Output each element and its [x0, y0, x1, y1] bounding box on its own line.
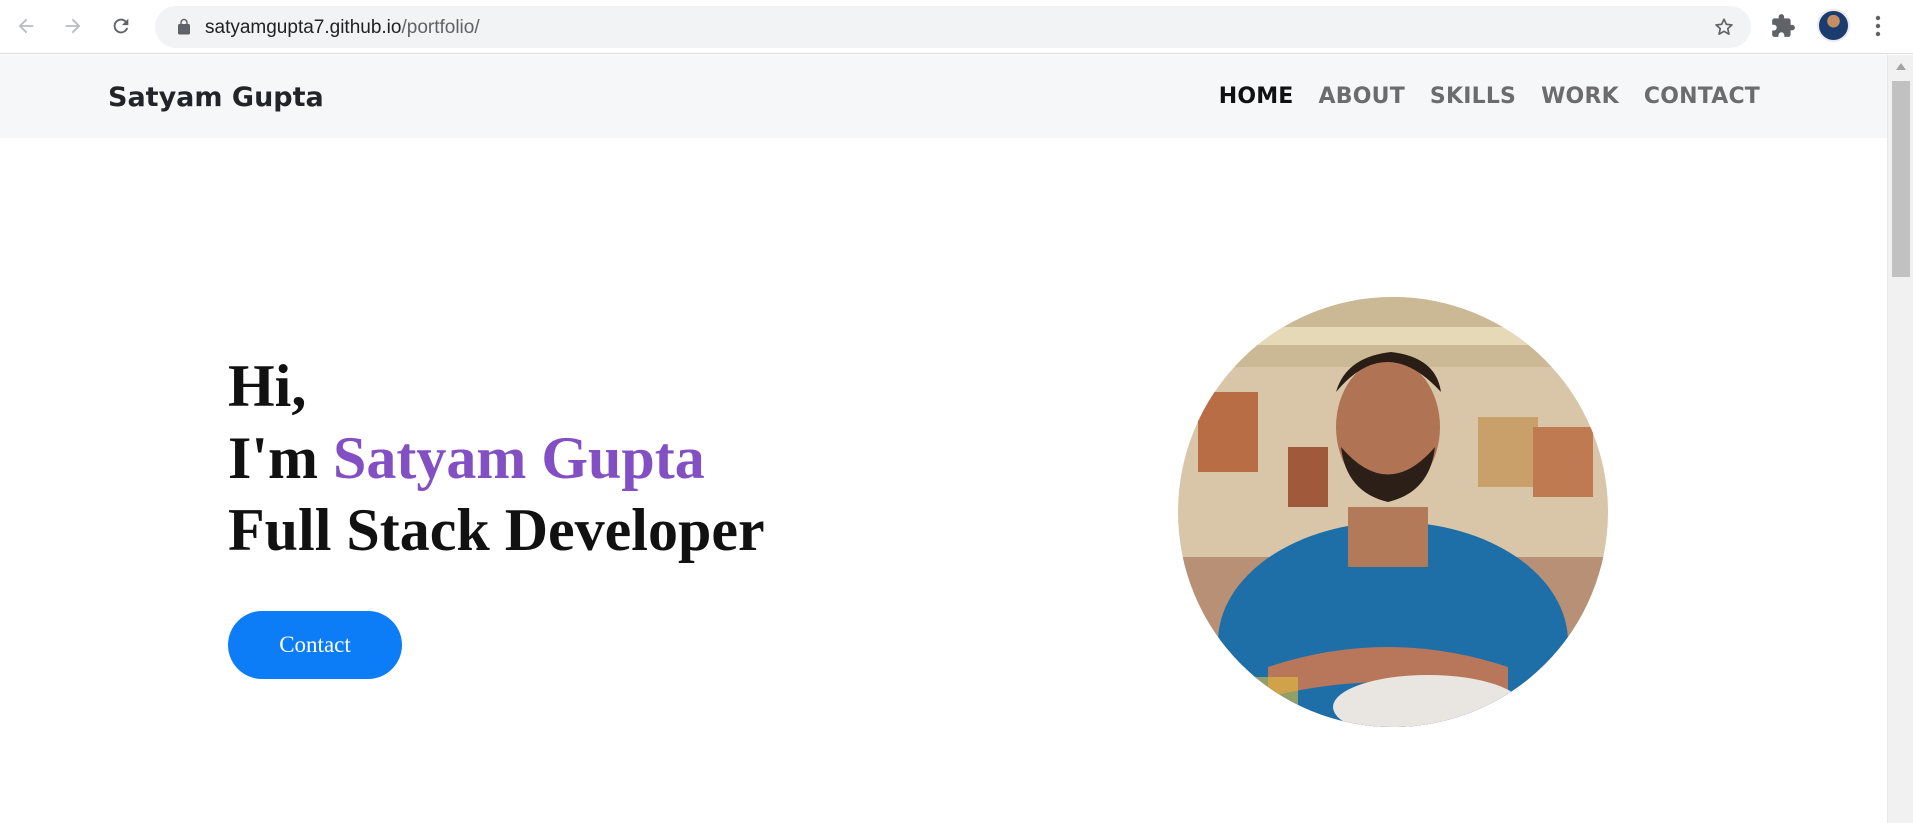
site-menu: HOME ABOUT SKILLS WORK CONTACT	[1219, 84, 1760, 109]
browser-toolbar: satyamgupta7.github.io/portfolio/	[0, 0, 1913, 54]
hero-name: Satyam Gupta	[333, 425, 705, 491]
scrollbar-thumb[interactable]	[1892, 81, 1910, 277]
forward-arrow-icon	[65, 18, 81, 34]
nav-link-home[interactable]: HOME	[1219, 84, 1294, 109]
nav-link-contact[interactable]: CONTACT	[1644, 84, 1760, 109]
contact-button[interactable]: Contact	[228, 611, 402, 679]
back-button[interactable]	[10, 10, 42, 42]
nav-link-about[interactable]: ABOUT	[1319, 84, 1405, 109]
bookmark-star-icon[interactable]	[1713, 16, 1735, 38]
url-text: satyamgupta7.github.io/portfolio/	[205, 17, 480, 39]
scroll-up-arrow-icon[interactable]	[1896, 63, 1906, 70]
page-scrollbar[interactable]	[1887, 55, 1913, 823]
lock-icon[interactable]	[175, 18, 193, 36]
hero-heading: Hi, I'm Satyam Gupta Full Stack Develope…	[228, 350, 765, 566]
site-brand[interactable]: Satyam Gupta	[108, 82, 324, 113]
hero-greeting: Hi,	[228, 353, 307, 419]
profile-photo	[1178, 297, 1608, 727]
extensions-puzzle-icon[interactable]	[1770, 13, 1796, 39]
profile-avatar[interactable]	[1817, 9, 1850, 42]
kebab-menu-icon[interactable]	[1866, 12, 1890, 40]
nav-link-work[interactable]: WORK	[1541, 84, 1619, 109]
reload-icon	[113, 18, 129, 34]
forward-button[interactable]	[57, 10, 89, 42]
url-path: /portfolio/	[401, 17, 480, 38]
site-navbar: Satyam Gupta HOME ABOUT SKILLS WORK CONT…	[0, 55, 1887, 138]
hero-role: Full Stack Developer	[228, 497, 765, 563]
address-bar[interactable]: satyamgupta7.github.io/portfolio/	[155, 6, 1751, 48]
nav-link-skills[interactable]: SKILLS	[1430, 84, 1516, 109]
hero-intro-prefix: I'm	[228, 425, 333, 491]
url-host: satyamgupta7.github.io	[205, 17, 402, 38]
reload-button[interactable]	[105, 10, 137, 42]
back-arrow-icon	[18, 18, 34, 34]
profile-photo-illustration	[1178, 297, 1608, 727]
hero-intro-line: I'm Satyam Gupta	[228, 422, 765, 494]
